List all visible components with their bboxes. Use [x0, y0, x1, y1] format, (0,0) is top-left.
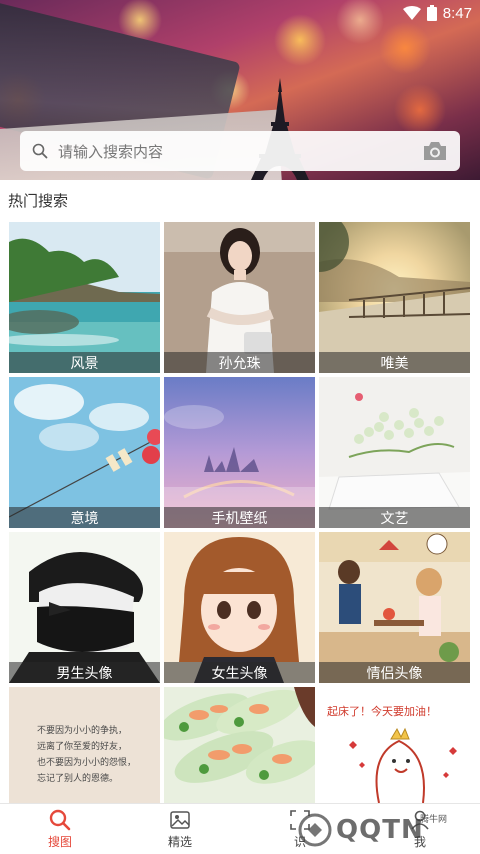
- search-icon: [32, 143, 48, 159]
- tile-food[interactable]: [164, 687, 315, 803]
- tile-caption: 唯美: [319, 352, 470, 373]
- tile-cartoon-quote[interactable]: 起床了！今天要加油！: [319, 687, 470, 803]
- camera-icon[interactable]: [422, 140, 448, 162]
- status-bar: 8:47: [0, 0, 480, 26]
- search-bar[interactable]: 请输入搜索内容: [20, 131, 460, 171]
- nav-item-featured[interactable]: 精选: [120, 804, 240, 854]
- tile-quote[interactable]: 不要因为小小的争执， 远离了你至爱的好友， 也不要因为小小的怨恨， 忘记了别人的…: [9, 687, 160, 803]
- section-title-hot-search: 热门搜索: [8, 192, 69, 210]
- tile-couple-avatar[interactable]: 情侣头像: [319, 532, 470, 683]
- watermark-logo: QQTN 腾牛网: [298, 806, 478, 854]
- tile-mood[interactable]: 意境: [9, 377, 160, 528]
- nav-label: 精选: [167, 834, 192, 849]
- tile-caption: 风景: [9, 352, 160, 373]
- wifi-icon: [402, 6, 421, 20]
- tile-landscape[interactable]: 风景: [9, 222, 160, 373]
- tile-caption: 手机壁纸: [164, 507, 315, 528]
- tile-literary[interactable]: 文艺: [319, 377, 470, 528]
- nav-label: 搜图: [47, 834, 72, 849]
- status-time: 8:47: [442, 4, 472, 22]
- portrait-image: [164, 222, 315, 373]
- image-icon: [170, 810, 190, 829]
- landscape-image: [9, 222, 160, 373]
- cartoon-character-icon: [349, 727, 457, 803]
- tile-girl-avatar[interactable]: 女生头像: [164, 532, 315, 683]
- literary-image: [319, 377, 470, 528]
- tile-caption: 意境: [9, 507, 160, 528]
- aesthetic-image: [319, 222, 470, 373]
- cartoon-caption-text: 起床了！今天要加油！: [327, 705, 437, 718]
- nav-item-search[interactable]: 搜图: [0, 804, 120, 854]
- watermark-small-text: 腾牛网: [420, 815, 448, 825]
- quote-text: 不要因为小小的争执， 远离了你至爱的好友， 也不要因为小小的怨恨， 忘记了别人的…: [37, 726, 137, 784]
- food-image: [164, 687, 315, 803]
- mood-image: [9, 377, 160, 528]
- watermark-text: QQTN: [336, 815, 424, 845]
- tile-caption: 情侣头像: [319, 662, 470, 683]
- tile-caption: 女生头像: [164, 662, 315, 683]
- search-input[interactable]: 请输入搜索内容: [58, 141, 422, 162]
- watermark-emblem-icon: [298, 813, 332, 847]
- girl-avatar-image: [164, 532, 315, 683]
- tile-aesthetic[interactable]: 唯美: [319, 222, 470, 373]
- tile-caption: 男生头像: [9, 662, 160, 683]
- battery-icon: [426, 5, 437, 21]
- boy-avatar-image: [9, 532, 160, 683]
- wallpaper-image: [164, 377, 315, 528]
- tile-sun-yunzhu[interactable]: 孙允珠: [164, 222, 315, 373]
- tile-phone-wallpaper[interactable]: 手机壁纸: [164, 377, 315, 528]
- tile-caption: 孙允珠: [164, 352, 315, 373]
- tile-caption: 文艺: [319, 507, 470, 528]
- couple-avatar-image: [319, 532, 470, 683]
- search-icon: [49, 809, 71, 830]
- tile-boy-avatar[interactable]: 男生头像: [9, 532, 160, 683]
